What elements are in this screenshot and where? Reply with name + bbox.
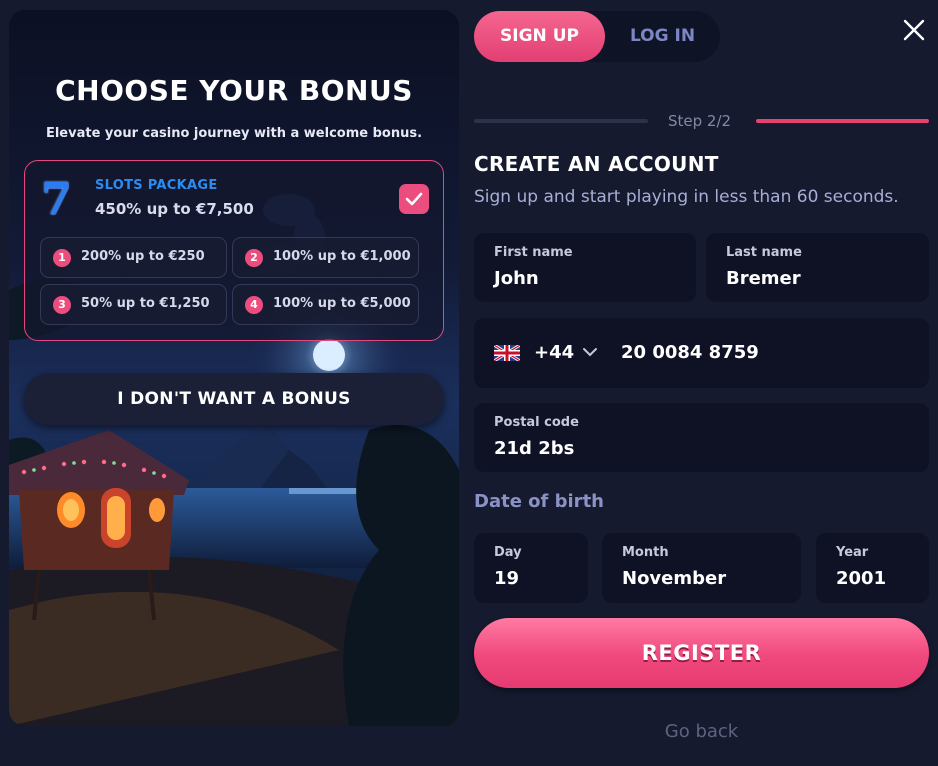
tier-number-badge: 4 bbox=[245, 296, 263, 314]
tab-sign-up[interactable]: SIGN UP bbox=[474, 11, 605, 62]
year-value: 2001 bbox=[836, 568, 887, 589]
bonus-tier-1: 1 200% up to €250 bbox=[40, 237, 227, 278]
chevron-down-icon[interactable] bbox=[582, 346, 598, 358]
package-selected-checkbox[interactable] bbox=[399, 184, 429, 214]
slots-package-card[interactable]: 7 SLOTS PACKAGE 450% up to €7,500 1 200%… bbox=[24, 160, 444, 341]
no-bonus-button[interactable]: I DON'T WANT A BONUS bbox=[24, 373, 444, 425]
tier-number-badge: 1 bbox=[53, 249, 71, 267]
seven-slot-icon: 7 bbox=[41, 174, 72, 225]
phone-country-code[interactable]: +44 bbox=[534, 342, 574, 363]
tier-label: 100% up to €1,000 bbox=[273, 249, 411, 264]
create-account-title: CREATE AN ACCOUNT bbox=[474, 152, 719, 176]
create-account-subtitle: Sign up and start playing in less than 6… bbox=[474, 187, 899, 207]
bonus-panel: CHOOSE YOUR BONUS Elevate your casino jo… bbox=[9, 10, 459, 726]
bonus-tier-2: 2 100% up to €1,000 bbox=[232, 237, 419, 278]
first-name-label: First name bbox=[494, 245, 573, 260]
tier-label: 50% up to €1,250 bbox=[81, 296, 210, 311]
bonus-title: CHOOSE YOUR BONUS bbox=[55, 74, 413, 107]
checkmark-icon bbox=[405, 192, 423, 206]
dob-month-field[interactable]: Month November bbox=[602, 533, 801, 603]
step-progress-previous bbox=[474, 119, 648, 123]
step-progress-current bbox=[756, 119, 929, 123]
package-amount: 450% up to €7,500 bbox=[95, 200, 254, 218]
month-value: November bbox=[622, 568, 727, 589]
bonus-content: CHOOSE YOUR BONUS Elevate your casino jo… bbox=[9, 10, 459, 726]
tier-number-badge: 2 bbox=[245, 249, 263, 267]
bonus-tier-3: 3 50% up to €1,250 bbox=[40, 284, 227, 325]
bonus-tier-4: 4 100% up to €5,000 bbox=[232, 284, 419, 325]
postal-code-label: Postal code bbox=[494, 415, 579, 430]
tier-label: 100% up to €5,000 bbox=[273, 296, 411, 311]
phone-field: +44 20 0084 8759 bbox=[474, 318, 929, 388]
tab-log-in[interactable]: LOG IN bbox=[605, 11, 720, 62]
postal-code-field[interactable]: Postal code 21d 2bs bbox=[474, 403, 929, 472]
auth-tabs: SIGN UP LOG IN bbox=[474, 11, 720, 62]
tier-number-badge: 3 bbox=[53, 296, 71, 314]
bonus-subtitle: Elevate your casino journey with a welco… bbox=[45, 126, 423, 141]
day-label: Day bbox=[494, 545, 522, 560]
uk-flag-icon[interactable] bbox=[494, 345, 520, 361]
last-name-label: Last name bbox=[726, 245, 802, 260]
postal-code-value: 21d 2bs bbox=[494, 438, 575, 459]
date-of-birth-title: Date of birth bbox=[474, 491, 604, 512]
step-indicator: Step 2/2 bbox=[668, 112, 732, 130]
dob-year-field[interactable]: Year 2001 bbox=[816, 533, 929, 603]
month-label: Month bbox=[622, 545, 669, 560]
day-value: 19 bbox=[494, 568, 520, 589]
phone-number-input[interactable]: 20 0084 8759 bbox=[621, 342, 759, 363]
first-name-field[interactable]: First name John bbox=[474, 233, 696, 302]
package-name: SLOTS PACKAGE bbox=[95, 178, 218, 193]
register-button[interactable]: REGISTER bbox=[474, 618, 929, 688]
year-label: Year bbox=[836, 545, 869, 560]
last-name-field[interactable]: Last name Bremer bbox=[706, 233, 929, 302]
dob-day-field[interactable]: Day 19 bbox=[474, 533, 588, 603]
last-name-value: Bremer bbox=[726, 268, 801, 289]
first-name-value: John bbox=[494, 268, 539, 289]
go-back-link[interactable]: Go back bbox=[474, 721, 929, 742]
close-icon[interactable] bbox=[902, 18, 926, 42]
tier-label: 200% up to €250 bbox=[81, 249, 205, 264]
